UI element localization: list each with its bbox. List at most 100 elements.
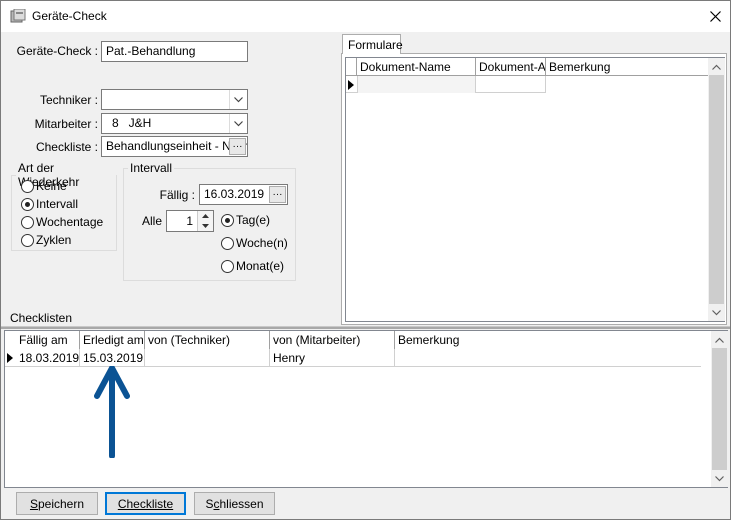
col-bemerkung[interactable]: Bemerkung — [546, 58, 708, 76]
radio-wochentage-label: Wochentage — [36, 215, 104, 229]
chevron-down-icon — [234, 120, 243, 126]
cell-erledigt[interactable]: 15.03.2019 — [80, 349, 145, 367]
radio-circle-icon — [21, 233, 34, 247]
chevron-down-icon — [712, 309, 721, 315]
radio-wochentage[interactable]: Wochentage — [21, 215, 103, 229]
formulare-grid: Dokument-Name Dokument-Art Bemerkung — [345, 57, 725, 322]
radio-selected-icon — [21, 197, 34, 211]
checkliste-label: heckliste — [126, 496, 174, 511]
window-title: Geräte-Check — [32, 9, 107, 23]
geraete-check-label: Geräte-Check : — [16, 44, 98, 58]
close-label: hliessen — [219, 496, 264, 511]
row-header-corner — [346, 58, 357, 76]
arrow-down-icon — [202, 224, 209, 228]
checkliste-browse-button[interactable]: ··· — [229, 138, 246, 155]
mitarbeiter-label: Mitarbeiter : — [34, 117, 98, 131]
row-pointer-icon — [7, 353, 13, 363]
formulare-grid-header: Dokument-Name Dokument-Art Bemerkung — [346, 58, 708, 76]
radio-wochen-label: Woche(n) — [236, 236, 288, 250]
radio-circle-icon — [221, 236, 234, 250]
annotation-arrow-icon — [94, 366, 130, 458]
radio-keine-label: Keine — [36, 179, 67, 193]
formulare-cell[interactable] — [357, 76, 476, 93]
splitter[interactable] — [1, 326, 730, 329]
radio-intervall[interactable]: Intervall — [21, 197, 78, 211]
save-label: peichern — [37, 496, 85, 511]
col-dokument-art[interactable]: Dokument-Art — [476, 58, 546, 76]
mitarbeiter-value: 8 J&H — [112, 116, 152, 130]
tab-formulare[interactable]: Formulare — [342, 34, 403, 54]
alle-spinner-buttons — [197, 211, 213, 231]
faellig-date-field[interactable]: 16.03.2019 ··· — [199, 184, 288, 205]
checkliste-label: Checkliste : — [35, 140, 98, 154]
formulare-vertical-scrollbar[interactable] — [708, 58, 725, 321]
scroll-thumb[interactable] — [709, 75, 724, 304]
faellig-date-value: 16.03.2019 — [204, 187, 265, 201]
row-header-corner — [5, 331, 16, 349]
radio-tage-label: Tag(e) — [236, 213, 271, 227]
radio-wochen[interactable]: Woche(n) — [221, 236, 288, 250]
col-bemerkung[interactable]: Bemerkung — [395, 331, 711, 349]
formulare-new-row[interactable] — [346, 76, 546, 93]
save-button[interactable]: Speichern — [16, 492, 98, 515]
cell-mitarbeiter[interactable]: Henry — [270, 349, 395, 367]
radio-intervall-label: Intervall — [36, 197, 79, 211]
radio-circle-icon — [21, 215, 34, 229]
app-icon — [10, 9, 26, 23]
faellig-label: Fällig : — [159, 188, 195, 202]
spinner-up-button[interactable] — [198, 211, 213, 221]
spinner-down-button[interactable] — [198, 221, 213, 231]
close-button[interactable] — [701, 3, 729, 29]
close-dialog-button[interactable]: Sc hliessen — [194, 492, 275, 515]
col-faellig-am[interactable]: Fällig am — [16, 331, 80, 349]
techniker-label: Techniker : — [39, 93, 98, 107]
formulare-cell[interactable] — [476, 76, 546, 93]
radio-monate-label: Monat(e) — [236, 259, 285, 273]
col-erledigt-am[interactable]: Erledigt am — [80, 331, 145, 349]
alle-spinner[interactable]: 1 — [166, 210, 214, 232]
mitarbeiter-dropdown-button[interactable] — [229, 114, 247, 133]
table-row[interactable]: 18.03.2019 15.03.2019 Henry — [5, 349, 701, 367]
mitarbeiter-combo[interactable]: 8 J&H — [101, 113, 248, 134]
radio-keine[interactable]: Keine — [21, 179, 67, 193]
checkliste-value: Behandlungseinheit - Nach — [106, 139, 248, 153]
row-pointer-icon — [348, 80, 354, 90]
alle-value: 1 — [186, 214, 193, 228]
intervall-legend: Intervall — [130, 161, 173, 175]
scroll-up-button[interactable] — [711, 331, 728, 348]
geraete-check-window: Geräte-Check Geräte-Check : Pat.-Behandl… — [0, 0, 731, 520]
radio-selected-icon — [221, 213, 234, 227]
scroll-down-button[interactable] — [708, 304, 725, 321]
radio-zyklen[interactable]: Zyklen — [21, 233, 71, 247]
checkliste-field[interactable]: Behandlungseinheit - Nach ··· — [101, 136, 248, 157]
techniker-combo[interactable] — [101, 89, 248, 110]
save-mnemonic: S — [29, 496, 38, 511]
radio-monate[interactable]: Monat(e) — [221, 259, 284, 273]
col-von-techniker[interactable]: von (Techniker) — [145, 331, 270, 349]
alle-label: Alle — [142, 214, 163, 228]
chevron-down-icon — [715, 475, 724, 481]
close-first: S — [205, 496, 214, 511]
scroll-up-button[interactable] — [708, 58, 725, 75]
cell-faellig[interactable]: 18.03.2019 — [16, 349, 80, 367]
checklisten-grid-header: Fällig am Erledigt am von (Techniker) vo… — [5, 331, 711, 349]
cell-bemerkung[interactable] — [395, 349, 701, 367]
faellig-date-picker-button[interactable]: ··· — [269, 186, 286, 203]
col-dokument-name[interactable]: Dokument-Name — [357, 58, 476, 76]
checkliste-button[interactable]: Checkliste — [105, 492, 186, 515]
radio-circle-icon — [221, 259, 234, 273]
scroll-down-button[interactable] — [711, 470, 728, 487]
close-icon — [709, 10, 721, 22]
geraete-check-field[interactable]: Pat.-Behandlung — [101, 41, 248, 62]
col-von-mitarbeiter[interactable]: von (Mitarbeiter) — [270, 331, 395, 349]
radio-tage[interactable]: Tag(e) — [221, 213, 270, 227]
cell-techniker[interactable] — [145, 349, 270, 367]
checklisten-vertical-scrollbar[interactable] — [711, 331, 728, 487]
checkliste-mnemonic: C — [117, 496, 127, 511]
scroll-thumb[interactable] — [712, 348, 727, 470]
radio-zyklen-label: Zyklen — [36, 233, 72, 247]
techniker-dropdown-button[interactable] — [229, 90, 247, 109]
title-bar: Geräte-Check — [1, 1, 730, 32]
arrow-up-icon — [202, 214, 209, 218]
checklisten-label: Checklisten — [10, 311, 73, 325]
